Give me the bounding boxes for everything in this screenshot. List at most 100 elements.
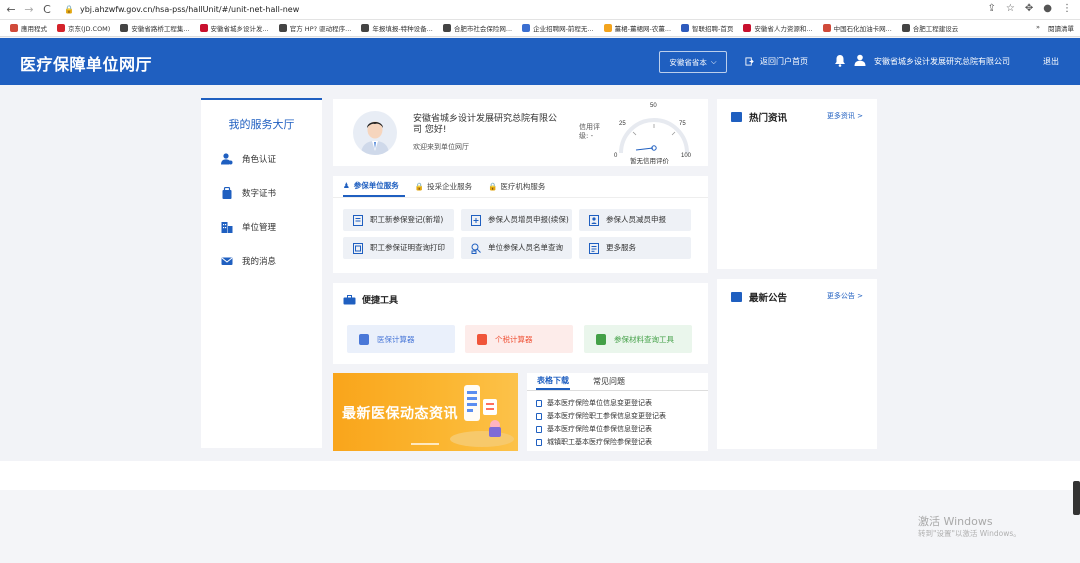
bookmark-favicon-icon xyxy=(603,24,612,32)
address-bar[interactable]: 🔒 ybj.ahzwfw.gov.cn/hsa-pss/hallUnit/#/u… xyxy=(64,5,299,14)
bookmark-item[interactable]: 安徽省人力资源和... xyxy=(743,23,813,33)
building-icon xyxy=(221,222,233,233)
download-item[interactable]: 基本医疗保险单位信息变更登记表 xyxy=(536,398,652,408)
service-hall-sidebar: 我的服务大厅 角色认证 数字证书 单位管理 我的消息 xyxy=(201,98,322,448)
sidebar-item-digital-cert[interactable]: 数字证书 xyxy=(221,187,276,199)
lock-icon: 🔒 xyxy=(488,182,498,191)
avatar xyxy=(353,111,397,155)
reading-list[interactable]: 閱讀清單 xyxy=(1048,23,1074,33)
credit-status: 暂无信用评价 xyxy=(630,156,670,165)
bookmark-item[interactable]: 智联招聘-首页 xyxy=(681,23,733,33)
company-name[interactable]: 安徽省城乡设计发展研究总院有限公司 xyxy=(874,56,1010,67)
province-select-value: 安徽省省本 xyxy=(669,57,707,67)
bookmark-item[interactable]: 中国石化加油卡网... xyxy=(822,23,892,33)
download-item[interactable]: 基本医疗保险单位参保信息登记表 xyxy=(536,424,652,434)
certificate-icon xyxy=(222,187,232,199)
remove-insured-button[interactable]: 参保人员减员申报 xyxy=(579,209,691,231)
site-header: 医疗保障单位网厅 安徽省省本 ⌵ 返回门户首页 安徽省城乡设计发展研究总院有限公… xyxy=(0,38,1080,85)
materials-query-button[interactable]: 参保材料查询工具 xyxy=(584,325,692,353)
service-tabs: ♟ 参保单位服务 🔒 投采企业服务 🔒 医疗机构服务 xyxy=(333,176,708,198)
enrollment-certificate-button[interactable]: 职工参保证明查询打印 xyxy=(343,237,454,259)
province-select[interactable]: 安徽省省本 ⌵ xyxy=(659,51,727,73)
sidebar-item-unit-management[interactable]: 单位管理 xyxy=(221,221,276,233)
banner-title: 最新医保动态资讯 xyxy=(342,406,458,422)
add-insured-button[interactable]: 参保人员增员申报(续保) xyxy=(461,209,572,231)
more-notices-link[interactable]: 更多公告 > xyxy=(827,291,863,301)
sidebar-title: 我的服务大厅 xyxy=(228,118,295,131)
more-news-link[interactable]: 更多资讯 > xyxy=(827,111,863,121)
company-greeting: 安徽省城乡设计发展研究总院有限公司 您好! xyxy=(413,114,558,135)
bookmarks-bar: 應用程式 京东(JD.COM) 安徽省路桥工程集... 安徽省城乡设计发... 官方 H… xyxy=(0,20,1080,37)
tools-title: 便捷工具 xyxy=(362,296,399,306)
more-services-button[interactable]: 更多服务 xyxy=(579,237,691,259)
bookmark-favicon-icon xyxy=(822,24,831,32)
bookmark-item[interactable]: 年报填报-特种设备... xyxy=(361,23,433,33)
scroll-handle[interactable] xyxy=(1073,481,1080,515)
download-item[interactable]: 基本医疗保险职工参保信息变更登记表 xyxy=(536,411,666,421)
lock-icon: 🔒 xyxy=(414,182,425,191)
news-banner[interactable]: 最新医保动态资讯 xyxy=(333,373,518,451)
announcement-icon xyxy=(731,292,742,302)
reload-icon[interactable]: C xyxy=(40,3,54,16)
bookmark-favicon-icon xyxy=(57,24,65,32)
browser-toolbar: ← → C 🔒 ybj.ahzwfw.gov.cn/hsa-pss/hallUn… xyxy=(0,0,1080,20)
bookmark-item[interactable]: 安徽省路桥工程集... xyxy=(120,23,190,33)
welcome-text: 欢迎来到单位网厅 xyxy=(413,143,469,151)
sidebar-item-role-auth[interactable]: 角色认证 xyxy=(221,153,276,165)
forward-icon[interactable]: → xyxy=(22,3,36,16)
download-item[interactable]: 城镇职工基本医疗保险参保登记表 xyxy=(536,437,652,447)
back-icon[interactable]: ← xyxy=(4,3,18,16)
user-icon xyxy=(854,54,866,66)
extensions-icon[interactable]: ✥ xyxy=(1025,3,1033,14)
downloads-tabs: 表格下载 常见问题 xyxy=(527,373,708,391)
bookmark-item[interactable]: 合肥市社会保险网... xyxy=(442,23,512,33)
new-enrollment-button[interactable]: 职工新参保登记(新增) xyxy=(343,209,454,231)
bookmark-favicon-icon xyxy=(120,24,129,32)
bookmarks-overflow-icon[interactable]: » xyxy=(1036,23,1040,33)
bell-icon[interactable] xyxy=(834,54,846,67)
bookmark-favicon-icon xyxy=(743,24,752,32)
calculator-icon xyxy=(477,333,487,345)
star-icon[interactable]: ☆ xyxy=(1006,3,1015,14)
hot-news-card: 热门资讯 更多资讯 > xyxy=(717,99,877,269)
logout-link[interactable]: 退出 xyxy=(1043,56,1059,67)
share-icon[interactable]: ⇪ xyxy=(988,3,996,14)
news-icon xyxy=(731,112,742,122)
bookmark-item[interactable]: 企业招聘网-前程无... xyxy=(522,23,594,33)
sidebar-item-my-messages[interactable]: 我的消息 xyxy=(221,255,276,267)
bookmark-favicon-icon xyxy=(278,24,287,32)
downloads-card: 表格下载 常见问题 基本医疗保险单位信息变更登记表 基本医疗保险职工参保信息变更… xyxy=(527,373,708,451)
tab-medical-institution[interactable]: 🔒 医疗机构服务 xyxy=(488,176,551,197)
menu-icon[interactable]: ⋮ xyxy=(1062,3,1072,14)
bookmark-item[interactable]: 京东(JD.COM) xyxy=(57,23,110,33)
tab-insured-unit[interactable]: ♟ 参保单位服务 xyxy=(343,176,405,197)
user-group-icon: ♟ xyxy=(343,181,350,190)
carousel-indicator[interactable] xyxy=(411,443,439,445)
document-icon xyxy=(536,438,542,446)
tax-calculator-button[interactable]: 个税计算器 xyxy=(465,325,573,353)
bookmark-apps[interactable]: 應用程式 xyxy=(10,23,47,33)
bookmark-item[interactable]: 官方 HP? 驱动程序... xyxy=(278,23,351,33)
tab-faq[interactable]: 常见问题 xyxy=(592,373,626,390)
insured-list-query-button[interactable]: 单位参保人员名单查询 xyxy=(461,237,572,259)
site-logo[interactable]: 医疗保障单位网厅 xyxy=(20,51,152,75)
bookmark-favicon-icon xyxy=(522,24,531,32)
toolbox-icon xyxy=(343,294,356,304)
bookmark-item[interactable]: 合肥工程建设云 xyxy=(901,23,958,33)
calculator-icon xyxy=(359,333,369,345)
document-icon xyxy=(536,425,542,433)
gauge-tick-25: 25 xyxy=(619,121,626,127)
profile-icon[interactable]: ● xyxy=(1043,3,1052,14)
medical-calculator-button[interactable]: 医保计算器 xyxy=(347,325,455,353)
exit-portal-icon xyxy=(745,57,754,66)
portal-link[interactable]: 返回门户首页 xyxy=(745,56,808,67)
bookmark-item[interactable]: 安徽省城乡设计发... xyxy=(199,23,269,33)
user-icon xyxy=(221,153,233,165)
tab-procurement[interactable]: 🔒 投采企业服务 xyxy=(415,176,478,197)
bookmark-item[interactable]: 薑桾-薑桾网-农薑... xyxy=(603,23,671,33)
credit-rating-label: 信用评级: - xyxy=(579,123,600,140)
form-icon xyxy=(353,214,363,226)
notices-card: 最新公告 更多公告 > xyxy=(717,279,877,449)
windows-activation-hint: 转到"设置"以激活 Windows。 xyxy=(918,529,1021,538)
tab-form-downloads[interactable]: 表格下载 xyxy=(536,373,570,390)
